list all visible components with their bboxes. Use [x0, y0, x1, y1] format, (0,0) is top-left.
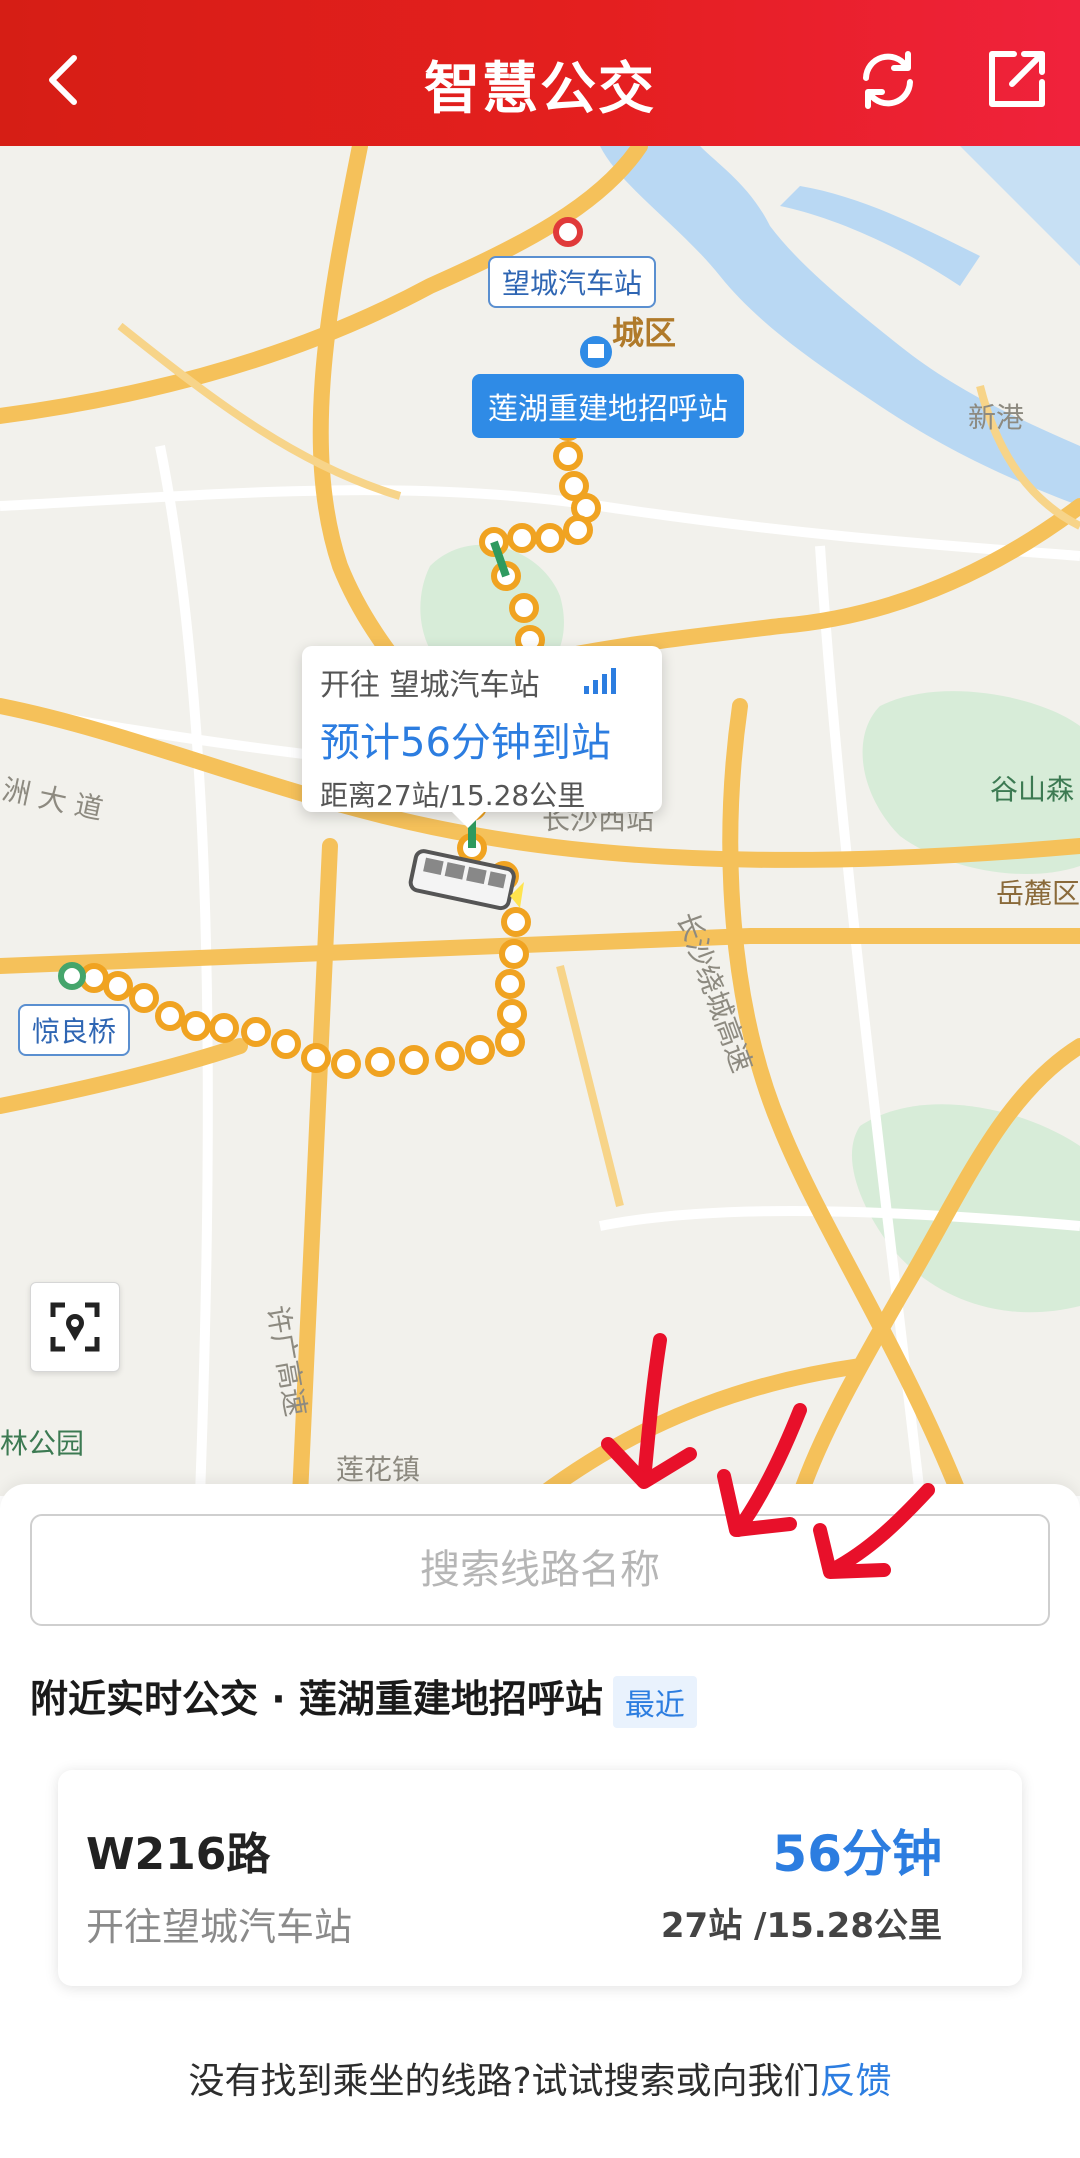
- bubble-eta: 预计56分钟到站: [320, 720, 611, 766]
- nearest-badge: 最近: [612, 1675, 697, 1728]
- share-out-icon: [989, 51, 1045, 107]
- bus-marker-icon[interactable]: [404, 846, 524, 916]
- route-search-input[interactable]: [30, 1514, 1050, 1626]
- route-stops-distance: 27站 /15.28公里: [660, 1906, 942, 1946]
- origin-stop-label[interactable]: 惊良桥: [18, 1004, 131, 1056]
- feedback-link[interactable]: 反馈: [820, 2061, 892, 2102]
- route-map[interactable]: 城区 新港 谷山森 岳麓区 洲 大 道 长沙西站 长沙绕城高速 许广高速 莲花镇…: [0, 146, 1080, 1496]
- share-button[interactable]: [980, 44, 1052, 116]
- nearby-title: 附近实时公交 · 莲湖重建地招呼站: [30, 1677, 603, 1721]
- locate-icon: [50, 1302, 100, 1352]
- current-stop-label[interactable]: 莲湖重建地招呼站: [472, 374, 744, 438]
- terminal-stop-label[interactable]: 望城汽车站: [488, 256, 657, 308]
- bottom-sheet: 附近实时公交 · 莲湖重建地招呼站最近 W216路 开往望城汽车站 56分钟 2…: [0, 1484, 1080, 2158]
- route-card[interactable]: W216路 开往望城汽车站 56分钟 27站 /15.28公里: [58, 1770, 1022, 1986]
- eta-info-bubble[interactable]: 开往 望城汽车站 预计56分钟到站 距离27站/15.28公里: [302, 646, 662, 828]
- app-header: 智慧公交: [0, 0, 1080, 146]
- nearby-header: 附近实时公交 · 莲湖重建地招呼站 最近: [30, 1668, 697, 1728]
- refresh-button[interactable]: [852, 44, 924, 116]
- hint-text: 没有找到乘坐的线路?试试搜索或向我们: [188, 2061, 820, 2102]
- route-eta: 56分钟: [772, 1825, 942, 1883]
- bubble-distance: 距离27站/15.28公里: [320, 779, 586, 812]
- footer-hint: 没有找到乘坐的线路?试试搜索或向我们反馈: [0, 2052, 1080, 2104]
- signal-icon: [584, 668, 616, 694]
- bus-route-line: [58, 217, 612, 1079]
- route-destination: 开往望城汽车站: [86, 1905, 353, 1949]
- refresh-icon: [863, 51, 913, 109]
- locate-button[interactable]: [30, 1282, 120, 1372]
- route-name: W216路: [86, 1829, 271, 1880]
